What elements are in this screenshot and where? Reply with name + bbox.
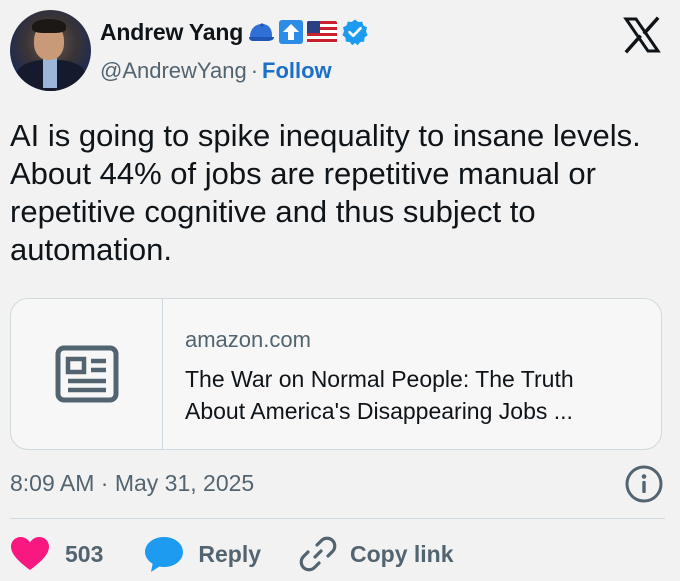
author-name-row: Andrew Yang <box>100 18 369 46</box>
heart-icon <box>11 537 49 570</box>
divider <box>10 518 665 519</box>
link-preview-card[interactable]: amazon.com The War on Normal People: The… <box>10 298 662 450</box>
like-button[interactable]: 503 <box>10 536 103 572</box>
link-icon <box>299 536 337 572</box>
article-icon <box>55 345 118 403</box>
author-name[interactable]: Andrew Yang <box>100 19 243 46</box>
tweet-timestamp[interactable]: 8:09 AM · May 31, 2025 <box>10 470 254 497</box>
info-icon[interactable] <box>624 464 664 504</box>
avatar-shirt <box>43 58 57 88</box>
card-title-line-1: The War on Normal People: The Truth <box>185 366 574 392</box>
author-handle[interactable]: @AndrewYang <box>100 58 247 83</box>
verified-badge-icon <box>342 19 368 46</box>
author-handle-row: @AndrewYang · Follow <box>100 58 332 84</box>
reply-label: Reply <box>198 540 262 567</box>
card-thumbnail <box>11 299 163 449</box>
cap-emoji-icon <box>249 23 275 41</box>
copy-link-label: Copy link <box>350 540 454 567</box>
separator-dot: · <box>250 58 259 83</box>
card-title-line-2: About America's Disappearing Jobs ... <box>185 398 573 424</box>
avatar[interactable] <box>10 10 91 91</box>
reply-button[interactable]: Reply <box>144 535 261 573</box>
action-bar: 503 Reply Copy link <box>10 532 454 576</box>
x-logo-icon[interactable] <box>622 15 662 55</box>
copy-link-button[interactable]: Copy link <box>298 534 454 574</box>
like-count: 503 <box>65 540 104 567</box>
card-title: The War on Normal People: The Truth Abou… <box>185 363 645 427</box>
tweet-text: AI is going to spike inequality to insan… <box>10 118 641 267</box>
reply-bubble-icon <box>145 537 184 572</box>
card-domain: amazon.com <box>185 327 311 352</box>
follow-button[interactable]: Follow <box>262 58 332 83</box>
avatar-hair <box>32 19 66 33</box>
up-arrow-icon <box>279 20 304 44</box>
us-flag-icon <box>307 21 338 43</box>
